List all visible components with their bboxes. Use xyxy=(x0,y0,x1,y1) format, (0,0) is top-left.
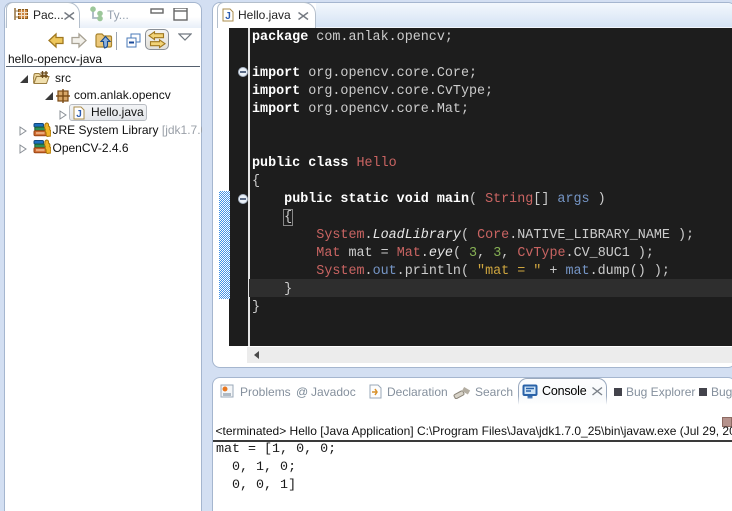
svg-text:J: J xyxy=(225,11,231,22)
svg-text:J: J xyxy=(76,109,82,120)
